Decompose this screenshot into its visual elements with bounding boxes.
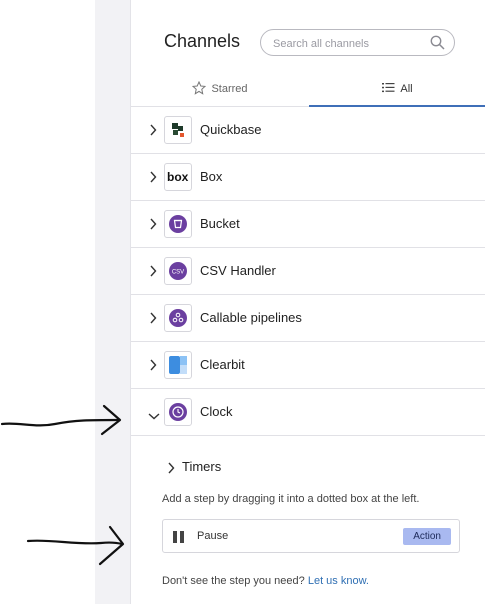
pause-icon[interactable]	[172, 530, 186, 549]
channel-name: Callable pipelines	[200, 310, 302, 325]
list-icon	[382, 82, 400, 96]
chevron-right-icon[interactable]	[167, 461, 175, 479]
quickbase-logo	[164, 116, 192, 144]
channel-name: Clock	[200, 404, 233, 419]
group-label: Timers	[182, 459, 222, 474]
star-icon	[192, 80, 211, 98]
chevron-right-icon[interactable]	[149, 170, 157, 188]
panel-title: Channels	[164, 31, 241, 51]
clearbit-logo	[164, 351, 192, 379]
arrow-annotation-pause	[26, 525, 125, 566]
channel-tabs: Starred All	[131, 72, 485, 107]
channels-panel: Channels Starred All Quickbase	[130, 0, 485, 604]
bucket-logo	[164, 210, 192, 238]
channel-name: Box	[200, 169, 223, 184]
tab-starred-label: Starred	[211, 83, 248, 95]
search-input[interactable]	[271, 34, 425, 54]
channel-row-clock[interactable]: Clock	[131, 389, 485, 436]
search-box[interactable]	[260, 29, 455, 56]
step-pause[interactable]: Pause Action	[162, 519, 460, 553]
channel-name: Bucket	[200, 216, 240, 231]
step-label: Pause	[197, 530, 229, 542]
group-timers[interactable]: Timers	[131, 455, 485, 479]
channel-row-csv-handler[interactable]: CSV CSV Handler	[131, 248, 485, 295]
chevron-right-icon[interactable]	[149, 123, 157, 141]
chevron-right-icon[interactable]	[149, 217, 157, 235]
let-us-know-link[interactable]: Let us know.	[308, 575, 369, 587]
channel-row-callable-pipelines[interactable]: Callable pipelines	[131, 295, 485, 342]
tab-all-label: All	[400, 83, 413, 95]
channel-name: CSV Handler	[200, 263, 276, 278]
search-icon[interactable]	[430, 35, 445, 55]
channel-row-bucket[interactable]: Bucket	[131, 201, 485, 248]
pipelines-logo	[164, 304, 192, 332]
clock-logo	[164, 398, 192, 426]
tab-starred[interactable]: Starred	[131, 72, 309, 106]
footer-help: Don't see the step you need? Let us know…	[162, 575, 369, 587]
box-logo: box	[164, 163, 192, 191]
action-badge: Action	[403, 528, 451, 545]
chevron-down-icon[interactable]	[148, 407, 160, 425]
chevron-right-icon[interactable]	[149, 358, 157, 376]
channel-name: Clearbit	[200, 357, 245, 372]
channel-row-clearbit[interactable]: Clearbit	[131, 342, 485, 389]
channel-name: Quickbase	[200, 122, 262, 137]
chevron-right-icon[interactable]	[149, 311, 157, 329]
footer-text: Don't see the step you need?	[162, 575, 305, 587]
arrow-annotation-clock	[0, 404, 122, 436]
left-canvas-area	[95, 0, 130, 604]
channel-row-quickbase[interactable]: Quickbase	[131, 107, 485, 154]
svg-text:box: box	[167, 170, 189, 184]
csv-logo: CSV	[164, 257, 192, 285]
csv-logo-text: CSV	[172, 270, 184, 276]
channel-row-box[interactable]: box Box	[131, 154, 485, 201]
chevron-right-icon[interactable]	[149, 264, 157, 282]
tab-all[interactable]: All	[309, 72, 485, 106]
drag-hint: Add a step by dragging it into a dotted …	[162, 493, 420, 505]
